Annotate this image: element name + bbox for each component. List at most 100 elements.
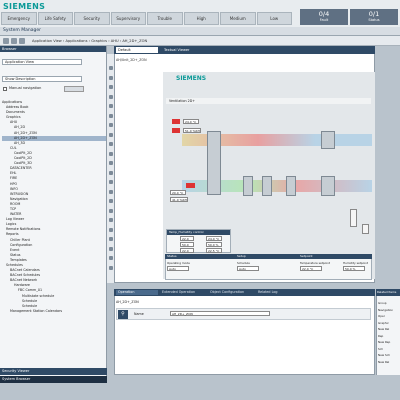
alarm-category-trouble[interactable]: Trouble: [147, 12, 183, 25]
tab-object-configuration[interactable]: Object Configuration: [210, 290, 255, 295]
graphics-tool-icon[interactable]: [109, 132, 113, 137]
tab-extended-operation[interactable]: Extended Operation: [162, 290, 207, 295]
table-value[interactable]: 22.0 °C: [300, 266, 322, 271]
control-value[interactable]: 24.0 °C: [206, 236, 222, 241]
graphics-tool-icon[interactable]: [109, 66, 113, 70]
graphics-tool-icon[interactable]: [109, 180, 113, 184]
control-value[interactable]: 22.5 °C: [206, 248, 222, 253]
search-icon[interactable]: ⚲: [118, 310, 128, 319]
alarm-counter-fault[interactable]: 0/4 Fault: [300, 9, 348, 25]
manual-navigation-button[interactable]: [64, 86, 84, 92]
control-box-title: Temp_Humidity control: [167, 230, 230, 235]
table-value[interactable]: 50.0 %: [343, 266, 365, 271]
alarm-category-emergency[interactable]: Emergency: [1, 12, 37, 25]
sensor-value[interactable]: 41.0 %RH: [170, 197, 188, 202]
graphics-tool-icon[interactable]: [109, 104, 113, 108]
description-select[interactable]: Show Description: [2, 76, 82, 82]
table-value[interactable]: Auto: [237, 266, 259, 271]
control-value[interactable]: 50.0: [180, 242, 194, 247]
object-name-heading: AH_2D+_ZON: [116, 300, 139, 304]
graphics-tool-icon[interactable]: [109, 189, 113, 194]
home-icon[interactable]: [3, 38, 9, 44]
counter-value: 0/4: [318, 10, 330, 18]
column-header: Setup: [237, 254, 246, 258]
graphics-tool-icon[interactable]: [109, 246, 113, 251]
tab-textual-viewer[interactable]: Textual Viewer: [162, 47, 222, 53]
alarm-counter-status[interactable]: 0/1 Status: [350, 9, 398, 25]
graphics-tool-icon[interactable]: [109, 227, 113, 232]
alarm-category-security[interactable]: Security: [74, 12, 110, 25]
outside-air-sensor-icon: [186, 183, 195, 188]
control-value[interactable]: 50.0 %: [206, 242, 222, 247]
related-item[interactable]: New Rel: [378, 359, 400, 366]
graphics-tool-icon[interactable]: [109, 85, 113, 89]
tab-operation[interactable]: Operation: [116, 290, 158, 295]
sensor-value[interactable]: 24.0 °C: [183, 119, 199, 124]
alarm-category-low[interactable]: Low: [256, 12, 292, 25]
name-field[interactable]: AH_2D+_ZON: [170, 311, 270, 316]
breadcrumb-item[interactable]: Application View: [32, 39, 62, 43]
cooling-coil[interactable]: [286, 176, 296, 196]
temperature-sensor-icon: [172, 119, 180, 124]
name-label: Name: [134, 312, 144, 316]
control-value[interactable]: 22.0: [180, 236, 194, 241]
view-select[interactable]: Application View: [2, 59, 82, 65]
column-header: Status: [167, 254, 177, 258]
counter-value: 0/1: [368, 10, 380, 18]
table-label: Schedule: [237, 261, 250, 265]
tab-default[interactable]: Default: [116, 47, 158, 53]
graphics-tool-icon[interactable]: [109, 113, 113, 118]
table-value[interactable]: Auto: [167, 266, 189, 271]
graphics-tool-icon[interactable]: [109, 199, 113, 203]
table-label: Humidity setpoint: [343, 261, 368, 265]
sensor-value[interactable]: 20.0 °C: [170, 190, 186, 195]
breadcrumb-item[interactable]: Applications: [66, 39, 88, 43]
return-fan[interactable]: [321, 131, 335, 149]
operation-pane: [114, 289, 375, 375]
graphics-tool-icon[interactable]: [109, 123, 113, 127]
tree-item[interactable]: Management Station Calendars: [2, 309, 106, 314]
alarm-category-supervisory[interactable]: Supervisory: [110, 12, 146, 25]
graphics-tool-icon[interactable]: [109, 161, 113, 165]
table-label: Operating mode: [167, 261, 190, 265]
security-viewer-tab[interactable]: Security Viewer: [0, 368, 107, 375]
manual-navigation-label: Manual navigation: [9, 86, 42, 90]
graphic-siemens-logo: SIEMENS: [176, 75, 207, 82]
graphics-tool-icon[interactable]: [109, 94, 113, 99]
graphics-tool-icon[interactable]: [109, 256, 113, 260]
graphics-tool-icon[interactable]: [109, 151, 113, 156]
breadcrumb-item[interactable]: AH_2D+_ZON: [122, 39, 147, 43]
room-sensor-icon: [362, 224, 369, 234]
status-table-header: [165, 254, 372, 259]
graphics-tool-icon[interactable]: [109, 237, 113, 241]
supply-fan[interactable]: [321, 176, 335, 196]
graphics-tool-icon[interactable]: [109, 142, 113, 146]
tab-related-log[interactable]: Related Log: [258, 290, 298, 295]
breadcrumb-item[interactable]: AHU: [111, 39, 119, 43]
manual-navigation-checkbox[interactable]: [3, 87, 7, 91]
back-icon[interactable]: [11, 38, 17, 44]
filter-unit[interactable]: [243, 176, 253, 196]
alarm-category-life-safety[interactable]: Life Safety: [37, 12, 73, 25]
graphics-tool-icon[interactable]: [109, 170, 113, 175]
sensor-value[interactable]: 51.0 %RH: [183, 128, 201, 133]
heating-coil[interactable]: [262, 176, 272, 196]
window-title: System Manager: [0, 27, 400, 36]
room-sensor-icon: [350, 209, 357, 227]
control-value[interactable]: 22.0: [180, 248, 194, 253]
alarm-category-medium[interactable]: Medium: [220, 12, 256, 25]
alarm-category-high[interactable]: High: [183, 12, 219, 25]
graphics-tool-icon[interactable]: [109, 218, 113, 222]
system-browser-tab[interactable]: System Browser: [0, 376, 107, 383]
graphics-tool-icon[interactable]: [109, 208, 113, 213]
forward-icon[interactable]: [19, 38, 25, 44]
breadcrumb-item[interactable]: Graphics: [91, 39, 107, 43]
counter-label: Fault: [319, 18, 329, 22]
breadcrumb: Application View › Applications › Graphi…: [32, 39, 148, 43]
related-items-title: Related Items: [376, 289, 400, 296]
graphic-title: Ventilation 2D+: [166, 98, 371, 104]
damper-unit[interactable]: [207, 131, 221, 195]
graphics-tool-icon[interactable]: [109, 75, 113, 80]
graphics-tool-icon[interactable]: [109, 265, 113, 270]
column-header: Setpoint: [300, 254, 313, 258]
